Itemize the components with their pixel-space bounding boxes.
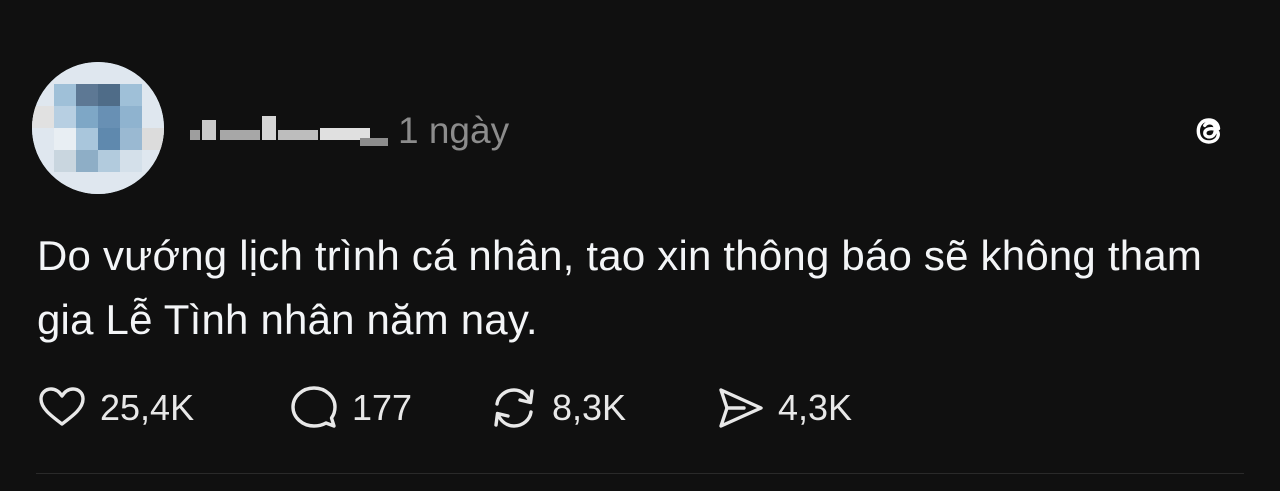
post-text: Do vướng lịch trình cá nhân, tao xin thô…	[37, 232, 1203, 343]
send-icon	[719, 388, 763, 428]
comment-icon	[291, 386, 337, 428]
like-count: 25,4K	[100, 387, 195, 428]
like-button[interactable]: 25,4K	[36, 382, 194, 434]
reply-count: 177	[352, 387, 413, 428]
heart-icon	[39, 387, 85, 426]
reply-button[interactable]: 177	[288, 382, 412, 434]
post-timestamp: 1 ngày	[398, 110, 510, 151]
post-divider	[36, 473, 1244, 474]
repost-button[interactable]: 8,3K	[488, 382, 626, 434]
share-button[interactable]: 4,3K	[714, 382, 852, 434]
threads-post: 1 ngày Do vướng lịch trình cá nhân, tao …	[0, 0, 1280, 491]
repost-icon	[494, 388, 534, 428]
share-count: 4,3K	[778, 387, 853, 428]
username-redacted[interactable]	[190, 112, 390, 152]
avatar[interactable]	[32, 62, 164, 194]
threads-logo-icon[interactable]	[1184, 106, 1234, 156]
repost-count: 8,3K	[552, 387, 627, 428]
